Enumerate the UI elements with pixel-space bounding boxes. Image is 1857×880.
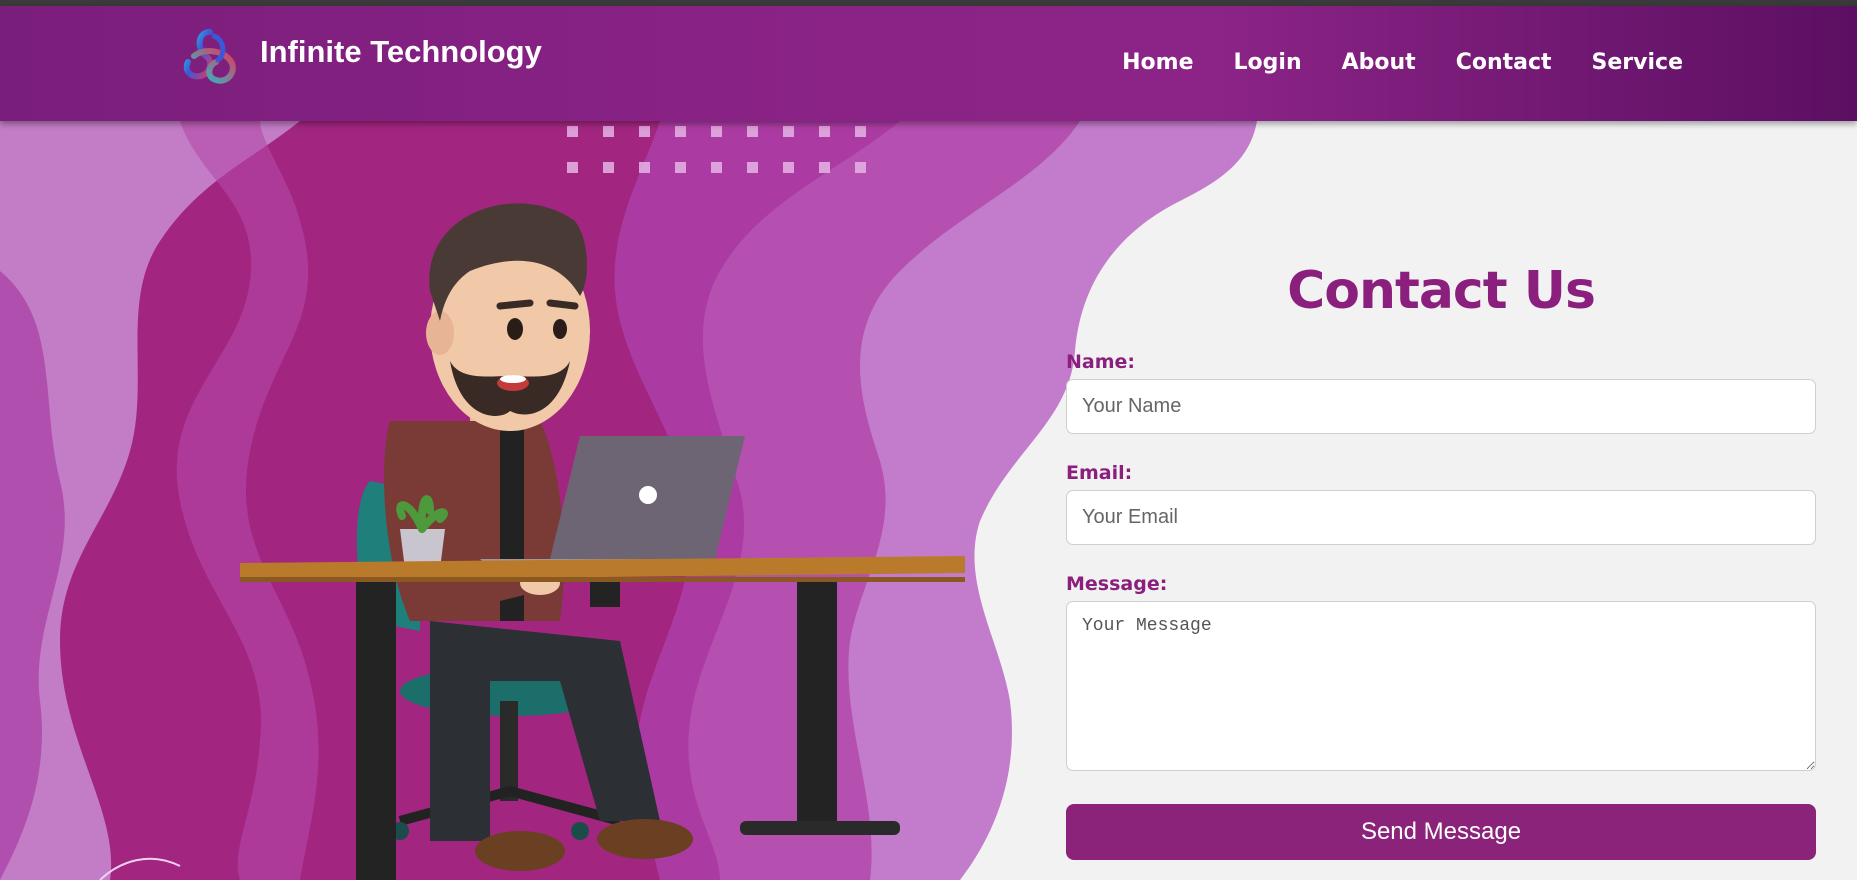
hero-section: Contact Us Name: Email: Message: Send Me… xyxy=(0,121,1857,880)
name-input[interactable] xyxy=(1066,379,1816,434)
nav-contact-link[interactable]: Contact xyxy=(1456,50,1552,75)
contact-form-panel: Contact Us Name: Email: Message: Send Me… xyxy=(1066,261,1816,860)
send-message-button[interactable]: Send Message xyxy=(1066,804,1816,860)
brand-title: Infinite Technology xyxy=(260,34,542,69)
nav-home-link[interactable]: Home xyxy=(1122,50,1193,75)
brand[interactable]: Infinite Technology xyxy=(180,26,542,90)
email-label: Email: xyxy=(1066,462,1133,484)
email-input[interactable] xyxy=(1066,490,1816,545)
contact-heading: Contact Us xyxy=(1287,261,1596,321)
message-label: Message: xyxy=(1066,573,1168,595)
main-nav: Home Login About Contact Service xyxy=(1082,50,1683,75)
developer-at-desk-illustration xyxy=(240,203,965,880)
infinity-knot-icon xyxy=(183,29,236,84)
message-textarea[interactable] xyxy=(1066,601,1816,771)
nav-service-link[interactable]: Service xyxy=(1592,50,1683,75)
nav-login-link[interactable]: Login xyxy=(1234,50,1302,75)
name-label: Name: xyxy=(1066,351,1136,373)
site-header: Infinite Technology Home Login About Con… xyxy=(0,6,1857,121)
nav-about-link[interactable]: About xyxy=(1342,50,1416,75)
